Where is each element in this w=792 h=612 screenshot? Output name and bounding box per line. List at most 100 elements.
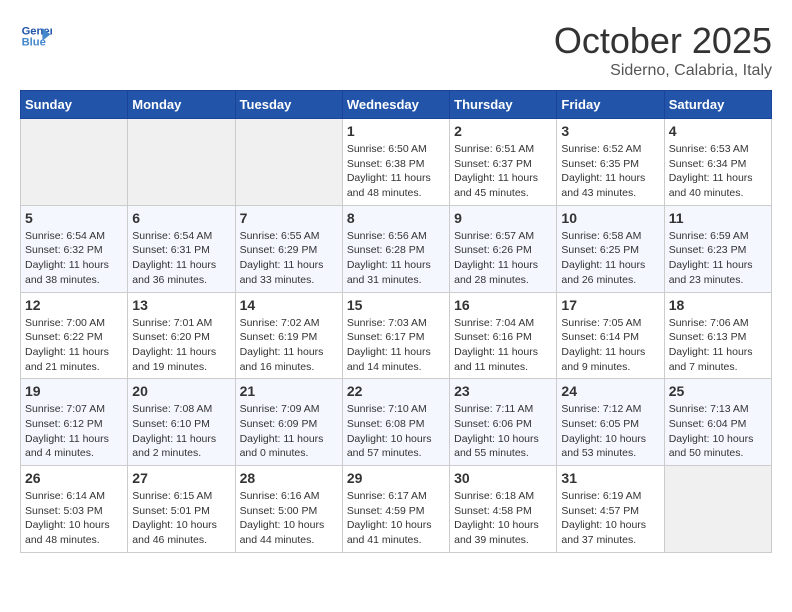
day-info: Sunrise: 7:12 AMSunset: 6:05 PMDaylight:… xyxy=(561,402,659,461)
day-number: 16 xyxy=(454,297,552,313)
day-info: Sunrise: 6:51 AMSunset: 6:37 PMDaylight:… xyxy=(454,142,552,201)
day-info: Sunrise: 6:19 AMSunset: 4:57 PMDaylight:… xyxy=(561,489,659,548)
calendar-cell: 10 Sunrise: 6:58 AMSunset: 6:25 PMDayligh… xyxy=(557,205,664,292)
day-info: Sunrise: 6:55 AMSunset: 6:29 PMDaylight:… xyxy=(240,229,338,288)
calendar-cell: 18Sunrise: 7:06 AMSunset: 6:13 PMDayligh… xyxy=(664,292,771,379)
day-number: 3 xyxy=(561,123,659,139)
day-header-sunday: Sunday xyxy=(21,91,128,119)
calendar-cell: 20 Sunrise: 7:08 AMSunset: 6:10 PMDayligh… xyxy=(128,379,235,466)
day-info: Sunrise: 7:09 AMSunset: 6:09 PMDaylight:… xyxy=(240,402,338,461)
day-number: 4 xyxy=(669,123,767,139)
day-info: Sunrise: 7:05 AMSunset: 6:14 PMDaylight:… xyxy=(561,316,659,375)
week-row-4: 26 Sunrise: 6:14 AMSunset: 5:03 PMDayligh… xyxy=(21,466,772,553)
calendar-cell: 22 Sunrise: 7:10 AMSunset: 6:08 PMDayligh… xyxy=(342,379,449,466)
page-header: General Blue October 2025 Siderno, Calab… xyxy=(20,20,772,80)
day-info: Sunrise: 7:08 AMSunset: 6:10 PMDaylight:… xyxy=(132,402,230,461)
day-header-tuesday: Tuesday xyxy=(235,91,342,119)
calendar-cell: 26 Sunrise: 6:14 AMSunset: 5:03 PMDayligh… xyxy=(21,466,128,553)
day-number: 5 xyxy=(25,210,123,226)
calendar-table: SundayMondayTuesdayWednesdayThursdayFrid… xyxy=(20,90,772,553)
calendar-cell: 17 Sunrise: 7:05 AMSunset: 6:14 PMDayligh… xyxy=(557,292,664,379)
svg-text:Blue: Blue xyxy=(22,37,46,49)
calendar-cell xyxy=(664,466,771,553)
day-number: 30 xyxy=(454,470,552,486)
calendar-cell: 8Sunrise: 6:56 AMSunset: 6:28 PMDaylight… xyxy=(342,205,449,292)
day-number: 10 xyxy=(561,210,659,226)
day-number: 2 xyxy=(454,123,552,139)
day-number: 20 xyxy=(132,383,230,399)
header-row: SundayMondayTuesdayWednesdayThursdayFrid… xyxy=(21,91,772,119)
day-header-wednesday: Wednesday xyxy=(342,91,449,119)
calendar-cell xyxy=(128,119,235,206)
day-header-friday: Friday xyxy=(557,91,664,119)
calendar-cell: 13Sunrise: 7:01 AMSunset: 6:20 PMDayligh… xyxy=(128,292,235,379)
day-number: 27 xyxy=(132,470,230,486)
day-info: Sunrise: 7:02 AMSunset: 6:19 PMDaylight:… xyxy=(240,316,338,375)
day-number: 23 xyxy=(454,383,552,399)
title-block: October 2025 Siderno, Calabria, Italy xyxy=(554,20,772,80)
day-header-saturday: Saturday xyxy=(664,91,771,119)
day-number: 13 xyxy=(132,297,230,313)
day-number: 22 xyxy=(347,383,445,399)
day-number: 6 xyxy=(132,210,230,226)
calendar-cell: 21 Sunrise: 7:09 AMSunset: 6:09 PMDayligh… xyxy=(235,379,342,466)
day-number: 17 xyxy=(561,297,659,313)
day-info: Sunrise: 6:14 AMSunset: 5:03 PMDaylight:… xyxy=(25,489,123,548)
day-number: 12 xyxy=(25,297,123,313)
day-number: 14 xyxy=(240,297,338,313)
day-info: Sunrise: 7:10 AMSunset: 6:08 PMDaylight:… xyxy=(347,402,445,461)
calendar-cell: 9Sunrise: 6:57 AMSunset: 6:26 PMDaylight… xyxy=(450,205,557,292)
day-info: Sunrise: 6:58 AMSunset: 6:25 PMDaylight:… xyxy=(561,229,659,288)
calendar-cell: 31Sunrise: 6:19 AMSunset: 4:57 PMDayligh… xyxy=(557,466,664,553)
day-number: 26 xyxy=(25,470,123,486)
day-info: Sunrise: 7:06 AMSunset: 6:13 PMDaylight:… xyxy=(669,316,767,375)
calendar-cell: 11 Sunrise: 6:59 AMSunset: 6:23 PMDayligh… xyxy=(664,205,771,292)
week-row-2: 12Sunrise: 7:00 AMSunset: 6:22 PMDayligh… xyxy=(21,292,772,379)
week-row-0: 1Sunrise: 6:50 AMSunset: 6:38 PMDaylight… xyxy=(21,119,772,206)
calendar-cell: 16 Sunrise: 7:04 AMSunset: 6:16 PMDayligh… xyxy=(450,292,557,379)
day-number: 8 xyxy=(347,210,445,226)
calendar-cell: 2 Sunrise: 6:51 AMSunset: 6:37 PMDaylight… xyxy=(450,119,557,206)
day-info: Sunrise: 6:54 AMSunset: 6:31 PMDaylight:… xyxy=(132,229,230,288)
day-number: 1 xyxy=(347,123,445,139)
day-number: 24 xyxy=(561,383,659,399)
day-number: 21 xyxy=(240,383,338,399)
calendar-cell: 4 Sunrise: 6:53 AMSunset: 6:34 PMDaylight… xyxy=(664,119,771,206)
calendar-cell: 12Sunrise: 7:00 AMSunset: 6:22 PMDayligh… xyxy=(21,292,128,379)
location: Siderno, Calabria, Italy xyxy=(554,62,772,80)
calendar-cell: 23 Sunrise: 7:11 AMSunset: 6:06 PMDayligh… xyxy=(450,379,557,466)
day-number: 15 xyxy=(347,297,445,313)
week-row-1: 5 Sunrise: 6:54 AMSunset: 6:32 PMDaylight… xyxy=(21,205,772,292)
day-info: Sunrise: 6:15 AMSunset: 5:01 PMDaylight:… xyxy=(132,489,230,548)
calendar-cell: 5 Sunrise: 6:54 AMSunset: 6:32 PMDaylight… xyxy=(21,205,128,292)
day-header-thursday: Thursday xyxy=(450,91,557,119)
calendar-cell: 6 Sunrise: 6:54 AMSunset: 6:31 PMDaylight… xyxy=(128,205,235,292)
calendar-cell: 29Sunrise: 6:17 AMSunset: 4:59 PMDayligh… xyxy=(342,466,449,553)
day-info: Sunrise: 7:11 AMSunset: 6:06 PMDaylight:… xyxy=(454,402,552,461)
week-row-3: 19 Sunrise: 7:07 AMSunset: 6:12 PMDayligh… xyxy=(21,379,772,466)
day-number: 7 xyxy=(240,210,338,226)
day-info: Sunrise: 7:13 AMSunset: 6:04 PMDaylight:… xyxy=(669,402,767,461)
day-info: Sunrise: 6:59 AMSunset: 6:23 PMDaylight:… xyxy=(669,229,767,288)
month-title: October 2025 xyxy=(554,20,772,62)
calendar-cell: 27 Sunrise: 6:15 AMSunset: 5:01 PMDayligh… xyxy=(128,466,235,553)
day-info: Sunrise: 7:03 AMSunset: 6:17 PMDaylight:… xyxy=(347,316,445,375)
calendar-body: 1Sunrise: 6:50 AMSunset: 6:38 PMDaylight… xyxy=(21,119,772,553)
logo: General Blue xyxy=(20,20,52,52)
day-header-monday: Monday xyxy=(128,91,235,119)
day-info: Sunrise: 6:18 AMSunset: 4:58 PMDaylight:… xyxy=(454,489,552,548)
day-info: Sunrise: 7:07 AMSunset: 6:12 PMDaylight:… xyxy=(25,402,123,461)
day-info: Sunrise: 6:17 AMSunset: 4:59 PMDaylight:… xyxy=(347,489,445,548)
calendar-cell: 7 Sunrise: 6:55 AMSunset: 6:29 PMDaylight… xyxy=(235,205,342,292)
calendar-cell: 24 Sunrise: 7:12 AMSunset: 6:05 PMDayligh… xyxy=(557,379,664,466)
day-info: Sunrise: 6:16 AMSunset: 5:00 PMDaylight:… xyxy=(240,489,338,548)
day-info: Sunrise: 6:54 AMSunset: 6:32 PMDaylight:… xyxy=(25,229,123,288)
day-info: Sunrise: 7:04 AMSunset: 6:16 PMDaylight:… xyxy=(454,316,552,375)
calendar-cell: 14 Sunrise: 7:02 AMSunset: 6:19 PMDayligh… xyxy=(235,292,342,379)
day-number: 11 xyxy=(669,210,767,226)
day-info: Sunrise: 6:57 AMSunset: 6:26 PMDaylight:… xyxy=(454,229,552,288)
day-number: 19 xyxy=(25,383,123,399)
day-info: Sunrise: 6:53 AMSunset: 6:34 PMDaylight:… xyxy=(669,142,767,201)
calendar-cell: 30 Sunrise: 6:18 AMSunset: 4:58 PMDayligh… xyxy=(450,466,557,553)
calendar-cell: 28Sunrise: 6:16 AMSunset: 5:00 PMDayligh… xyxy=(235,466,342,553)
